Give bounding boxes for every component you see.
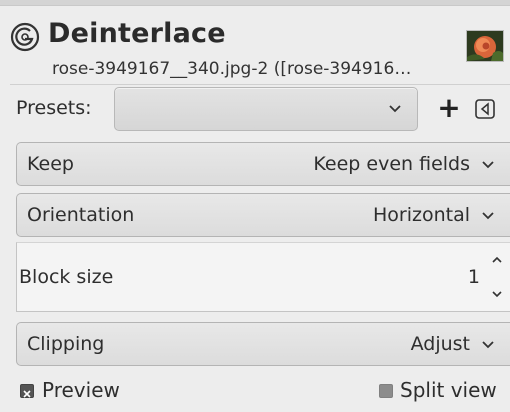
dialog-header: Deinterlace rose-3949167__340.jpg-2 ([ro…	[0, 6, 510, 86]
chevron-down-icon	[482, 161, 494, 169]
chevron-down-icon	[482, 212, 494, 220]
orientation-combo[interactable]: Orientation Horizontal	[16, 193, 510, 237]
preview-label[interactable]: Preview	[42, 378, 120, 402]
keep-value: Keep even fields	[313, 153, 470, 175]
keep-label: Keep	[27, 153, 74, 175]
orientation-label: Orientation	[27, 204, 135, 226]
presets-combo[interactable]	[114, 87, 418, 131]
block-size-spinner[interactable]: Block size 1	[16, 242, 510, 312]
spin-down-icon[interactable]	[490, 287, 504, 301]
split-view-label[interactable]: Split view	[400, 378, 497, 402]
gimp-icon	[10, 22, 40, 52]
image-subtitle: rose-3949167__340.jpg-2 ([rose-394916…	[52, 59, 412, 79]
presets-label: Presets:	[16, 97, 92, 119]
spin-up-icon[interactable]	[490, 253, 504, 267]
presets-menu-icon[interactable]	[474, 98, 496, 120]
clipping-combo[interactable]: Clipping Adjust	[16, 322, 510, 366]
clipping-label: Clipping	[27, 333, 105, 355]
block-size-label: Block size	[19, 266, 114, 288]
rose-thumbnail	[466, 30, 504, 62]
clipping-value: Adjust	[410, 333, 470, 355]
split-view-checkbox[interactable]	[379, 384, 393, 398]
block-size-value[interactable]: 1	[468, 266, 480, 288]
orientation-value: Horizontal	[372, 204, 470, 226]
header-separator	[10, 84, 510, 85]
check-icon	[23, 390, 31, 398]
chevron-down-icon	[389, 105, 401, 113]
add-preset-button[interactable]: +	[436, 94, 462, 122]
keep-combo[interactable]: Keep Keep even fields	[16, 142, 510, 186]
chevron-down-icon	[482, 341, 494, 349]
preview-checkbox[interactable]	[20, 384, 34, 398]
dialog-title: Deinterlace	[48, 18, 226, 49]
